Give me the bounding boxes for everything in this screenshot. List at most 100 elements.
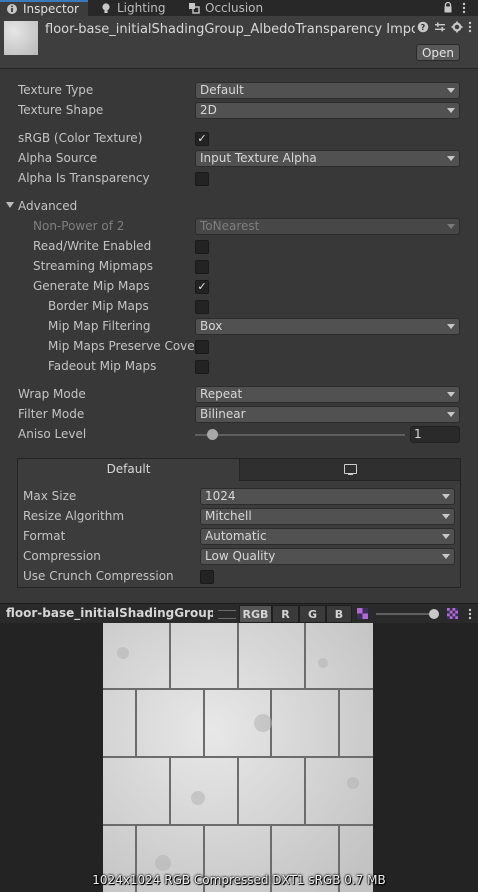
chevron-down-icon: [442, 554, 450, 559]
advanced-label: Advanced: [18, 199, 78, 213]
generate-mip-maps-label: Generate Mip Maps: [33, 279, 150, 293]
occlusion-icon: [189, 3, 200, 14]
texture-preview-area: 1024x1024 RGB Compressed DXT1 sRGB 0.7 M…: [0, 623, 478, 892]
max-size-value: 1024: [205, 489, 236, 503]
resize-algorithm-value: Mitchell: [205, 509, 252, 523]
fadeout-mip-maps-label: Fadeout Mip Maps: [48, 359, 157, 373]
mip-small-icon: [357, 608, 368, 619]
texture-shape-dropdown[interactable]: 2D: [195, 102, 460, 119]
advanced-foldout[interactable]: Advanced: [0, 197, 478, 217]
texture-info-label: 1024x1024 RGB Compressed DXT1 sRGB 0.7 M…: [92, 873, 386, 887]
gear-icon[interactable]: [451, 21, 463, 33]
aniso-level-row: Aniso Level 1: [0, 425, 478, 445]
texture-type-row: Texture Type Default: [0, 81, 478, 101]
texture-type-dropdown[interactable]: Default: [195, 82, 460, 99]
channel-b-button[interactable]: B: [326, 605, 352, 623]
asset-title: floor-base_initialShadingGroup_AlbedoTra…: [45, 22, 415, 37]
fadeout-mip-maps-checkbox[interactable]: [195, 360, 209, 374]
tab-inspector[interactable]: Inspector: [0, 0, 88, 16]
aniso-level-field[interactable]: 1: [410, 426, 460, 443]
lock-icon[interactable]: [442, 1, 454, 14]
help-icon[interactable]: ?: [417, 21, 429, 33]
aniso-level-slider[interactable]: [195, 434, 405, 436]
chevron-down-icon: [447, 324, 455, 329]
channel-g-button[interactable]: G: [299, 605, 326, 623]
read-write-checkbox[interactable]: [195, 240, 209, 254]
more-menu-icon[interactable]: [462, 2, 466, 14]
filter-mode-value: Bilinear: [200, 407, 246, 421]
channel-r-button[interactable]: R: [272, 605, 299, 623]
texture-shape-value: 2D: [200, 103, 217, 117]
max-size-row: Max Size 1024: [18, 487, 462, 507]
chevron-down-icon: [442, 534, 450, 539]
mip-map-filtering-dropdown[interactable]: Box: [195, 318, 460, 335]
mip-large-icon: [447, 608, 458, 619]
tab-occlusion[interactable]: Occlusion: [188, 0, 263, 16]
format-dropdown[interactable]: Automatic: [200, 528, 455, 545]
resize-algorithm-dropdown[interactable]: Mitchell: [200, 508, 455, 525]
texture-shape-label: Texture Shape: [18, 103, 104, 117]
tab-inspector-label: Inspector: [23, 2, 79, 16]
alpha-source-value: Input Texture Alpha: [200, 151, 317, 165]
chevron-down-icon: [447, 412, 455, 417]
texture-shape-row: Texture Shape 2D: [0, 101, 478, 121]
use-crunch-checkbox[interactable]: [200, 570, 214, 584]
info-icon: [7, 4, 17, 14]
foldout-arrow-icon: [6, 202, 14, 208]
mip-maps-preserve-coverage-row: Mip Maps Preserve Cover: [0, 337, 478, 357]
mip-level-slider-handle[interactable]: [429, 609, 439, 619]
format-value: Automatic: [205, 529, 267, 543]
non-power-of-2-dropdown: ToNearest: [195, 218, 460, 235]
texture-type-label: Texture Type: [18, 83, 94, 97]
max-size-dropdown[interactable]: 1024: [200, 488, 455, 505]
preset-icon[interactable]: [434, 21, 446, 33]
texture-preview-image: [103, 623, 373, 892]
border-mip-maps-label: Border Mip Maps: [48, 299, 149, 313]
generate-mip-maps-checkbox[interactable]: ✓: [195, 280, 209, 294]
open-button[interactable]: Open: [416, 44, 460, 61]
tab-default-platform[interactable]: Default: [18, 459, 240, 481]
srgb-checkbox[interactable]: ✓: [195, 132, 209, 146]
streaming-mipmaps-label: Streaming Mipmaps: [33, 259, 154, 273]
preview-more-icon[interactable]: [468, 608, 472, 620]
wrap-mode-dropdown[interactable]: Repeat: [195, 386, 460, 403]
wrap-mode-row: Wrap Mode Repeat: [0, 385, 478, 405]
alpha-source-dropdown[interactable]: Input Texture Alpha: [195, 150, 460, 167]
inspector-header: floor-base_initialShadingGroup_AlbedoTra…: [0, 16, 478, 69]
mip-maps-preserve-coverage-checkbox[interactable]: [195, 340, 209, 354]
read-write-row: Read/Write Enabled: [0, 237, 478, 257]
header-icons: ?: [417, 21, 472, 33]
kebab-menu-icon[interactable]: [468, 21, 472, 33]
tab-standalone-platform[interactable]: [240, 459, 460, 481]
non-power-of-2-row: Non-Power of 2 ToNearest: [0, 217, 478, 237]
filter-mode-label: Filter Mode: [18, 407, 85, 421]
border-mip-maps-checkbox[interactable]: [195, 300, 209, 314]
tab-lighting[interactable]: Lighting: [100, 0, 166, 16]
non-power-of-2-value: ToNearest: [200, 219, 260, 233]
aniso-level-slider-handle[interactable]: [207, 429, 218, 440]
mip-level-slider[interactable]: [376, 613, 434, 615]
srgb-label: sRGB (Color Texture): [18, 131, 143, 145]
resize-algorithm-row: Resize Algorithm Mitchell: [18, 507, 462, 527]
generate-mip-maps-row: Generate Mip Maps ✓: [0, 277, 478, 297]
mip-map-filtering-row: Mip Map Filtering Box: [0, 317, 478, 337]
compression-label: Compression: [23, 549, 101, 563]
max-size-label: Max Size: [23, 489, 77, 503]
channel-rgb-button[interactable]: RGB: [239, 605, 272, 623]
streaming-mipmaps-checkbox[interactable]: [195, 260, 209, 274]
wrap-mode-value: Repeat: [200, 387, 243, 401]
platform-settings-panel: Default Max Size 1024 Resize Algorithm M…: [17, 458, 461, 588]
drag-handle-icon[interactable]: [218, 610, 236, 619]
chevron-down-icon: [447, 88, 455, 93]
svg-text:?: ?: [421, 23, 426, 32]
filter-mode-dropdown[interactable]: Bilinear: [195, 406, 460, 423]
monitor-icon: [343, 464, 357, 475]
chevron-down-icon: [447, 156, 455, 161]
format-label: Format: [23, 529, 66, 543]
alpha-is-transparency-checkbox[interactable]: [195, 172, 209, 186]
chevron-down-icon: [442, 494, 450, 499]
compression-dropdown[interactable]: Low Quality: [200, 548, 455, 565]
texture-thumbnail: [4, 21, 38, 55]
wrap-mode-label: Wrap Mode: [18, 387, 86, 401]
tab-lighting-label: Lighting: [117, 1, 166, 15]
